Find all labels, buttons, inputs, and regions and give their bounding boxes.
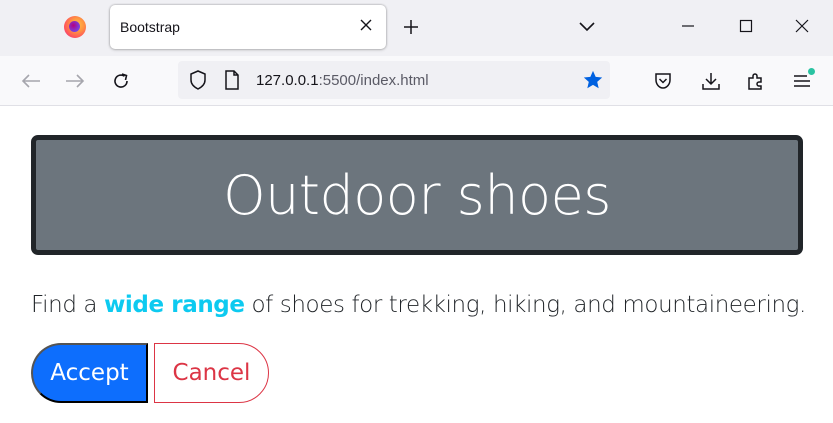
- application-menu-button[interactable]: [789, 68, 815, 94]
- pocket-icon: [655, 73, 671, 89]
- back-button[interactable]: [18, 68, 44, 94]
- hamburger-menu-icon: [794, 75, 810, 87]
- plus-icon: [404, 20, 418, 34]
- lead-paragraph: Find a wide range of shoes for trekking,…: [31, 292, 806, 318]
- page-icon[interactable]: [222, 70, 242, 90]
- lead-highlight: wide range: [104, 292, 245, 318]
- maximize-button[interactable]: [734, 14, 758, 38]
- accept-button[interactable]: Accept: [31, 343, 148, 403]
- menu-badge: [808, 68, 815, 75]
- page-title: Outdoor shoes: [223, 163, 611, 227]
- new-tab-button[interactable]: [400, 16, 422, 38]
- url-path: :5500/index.html: [318, 72, 429, 89]
- arrow-left-icon: [21, 74, 40, 88]
- tab-title: Bootstrap: [120, 19, 180, 35]
- navigation-toolbar: 127.0.0.1:5500/index.html: [0, 56, 833, 106]
- minimize-icon: [682, 25, 694, 27]
- puzzle-icon: [748, 73, 762, 90]
- maximize-icon: [739, 19, 753, 33]
- firefox-logo-icon: [64, 16, 86, 38]
- lead-text-after: of shoes for trekking, hiking, and mount…: [251, 292, 807, 318]
- pocket-button[interactable]: [650, 68, 676, 94]
- chevron-down-icon: [579, 22, 595, 32]
- close-icon: [795, 19, 809, 33]
- downloads-button[interactable]: [698, 68, 724, 94]
- star-icon[interactable]: [582, 69, 604, 91]
- close-icon[interactable]: [358, 17, 374, 33]
- jumbotron: Outdoor shoes: [31, 135, 803, 255]
- tab-bootstrap[interactable]: Bootstrap: [110, 5, 386, 49]
- forward-button[interactable]: [62, 68, 88, 94]
- close-window-button[interactable]: [790, 14, 814, 38]
- page-content: Outdoor shoes Find a wide range of shoes…: [0, 107, 833, 423]
- tab-strip: Bootstrap: [0, 0, 833, 56]
- url-text[interactable]: 127.0.0.1:5500/index.html: [256, 72, 429, 89]
- reload-icon: [114, 73, 128, 88]
- url-host: 127.0.0.1: [256, 72, 319, 89]
- reload-button[interactable]: [108, 68, 134, 94]
- lead-text-before: Find a: [31, 292, 98, 318]
- shield-icon[interactable]: [188, 70, 208, 90]
- download-icon: [702, 73, 720, 90]
- minimize-button[interactable]: [676, 14, 700, 38]
- arrow-right-icon: [66, 74, 85, 88]
- extensions-button[interactable]: [743, 68, 769, 94]
- address-bar[interactable]: 127.0.0.1:5500/index.html: [178, 61, 610, 99]
- cancel-button[interactable]: Cancel: [154, 343, 269, 403]
- list-all-tabs-button[interactable]: [576, 16, 598, 38]
